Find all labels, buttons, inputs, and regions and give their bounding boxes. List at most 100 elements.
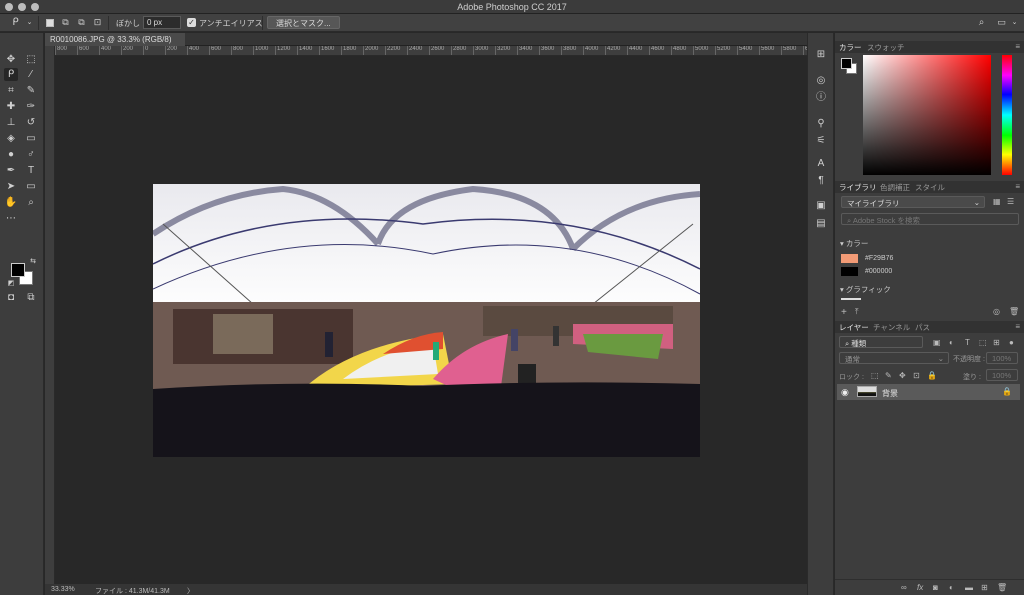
history-brush-tool-icon[interactable]: ↺ bbox=[24, 116, 38, 129]
hue-slider[interactable] bbox=[1002, 55, 1012, 175]
blur-tool-icon[interactable]: ● bbox=[4, 148, 18, 161]
panel-menu-icon[interactable]: ≡ bbox=[1015, 42, 1020, 51]
vertical-ruler[interactable] bbox=[45, 46, 55, 584]
default-colors-icon[interactable]: ◩ bbox=[4, 277, 18, 290]
lock-transparent-icon[interactable]: ⬚ bbox=[871, 371, 879, 380]
grid-view-icon[interactable]: ▦ bbox=[993, 197, 1001, 206]
opacity-input[interactable]: 100% bbox=[986, 352, 1018, 364]
library-color-swatch[interactable] bbox=[841, 254, 858, 263]
status-menu-arrow[interactable]: 〉 bbox=[187, 586, 194, 595]
chevron-down-icon[interactable]: ⌄ bbox=[1009, 17, 1020, 28]
upload-icon[interactable]: ⤒ bbox=[855, 307, 859, 317]
add-mask-icon[interactable]: ◙ bbox=[933, 583, 938, 592]
feather-input[interactable] bbox=[143, 16, 181, 29]
clone-stamp-tool-icon[interactable]: ⊥ bbox=[4, 116, 18, 129]
gradient-tool-icon[interactable]: ▭ bbox=[24, 132, 38, 145]
lasso-tool-icon[interactable]: ᑭ bbox=[4, 68, 18, 81]
graphics-section-heading[interactable]: ▾ グラフィック bbox=[840, 284, 891, 295]
lock-position-icon[interactable]: ✥ bbox=[899, 371, 906, 380]
zoom-tool-icon[interactable]: ⌕ bbox=[24, 196, 38, 209]
tab-styles[interactable]: スタイル bbox=[915, 182, 945, 193]
tab-swatches[interactable]: スウォッチ bbox=[867, 42, 905, 53]
color-field[interactable] bbox=[863, 55, 991, 175]
intersect-selection-icon[interactable]: ⊡ bbox=[92, 17, 103, 28]
marquee-tool-icon[interactable]: ⬚ bbox=[24, 53, 38, 66]
rectangle-tool-icon[interactable]: ▭ bbox=[24, 180, 38, 193]
library-select[interactable]: マイライブラリ ⌄ bbox=[841, 196, 985, 208]
color-foreground-swatch[interactable] bbox=[841, 58, 852, 69]
history-panel-icon[interactable]: ⊞ bbox=[815, 49, 827, 61]
pen-tool-icon[interactable]: ✒ bbox=[4, 164, 18, 177]
more-tools-icon[interactable]: ⋯ bbox=[4, 212, 18, 225]
new-layer-icon[interactable]: ⊞ bbox=[981, 583, 988, 592]
layer-row[interactable]: ◉ 背景 🔒 bbox=[837, 384, 1020, 400]
stock-search-input[interactable]: ⌕ Adobe Stock を検索 bbox=[841, 213, 1019, 225]
search-icon[interactable]: ⌕ bbox=[976, 17, 987, 28]
layer-filter-select[interactable]: ⌕ 種類 bbox=[839, 336, 923, 348]
eyedropper-tool-icon[interactable]: ✎ bbox=[24, 84, 38, 97]
swap-colors-icon[interactable]: ⇆ bbox=[26, 255, 40, 268]
document-tab[interactable]: R0010086.JPG @ 33.3% (RGB/8) bbox=[45, 33, 185, 46]
layer-style-icon[interactable]: fx bbox=[917, 583, 923, 592]
tab-color[interactable]: カラー bbox=[839, 42, 862, 53]
foreground-color-swatch[interactable] bbox=[11, 263, 25, 277]
lasso-tool-preset-icon[interactable]: ᑭ bbox=[10, 17, 21, 28]
creative-cloud-icon[interactable]: ◎ bbox=[993, 307, 1000, 316]
antialias-checkbox[interactable]: ✓ bbox=[187, 18, 196, 27]
lock-all-icon[interactable]: 🔒 bbox=[927, 371, 937, 380]
tab-adjustments[interactable]: 色調補正 bbox=[880, 182, 910, 193]
screen-mode-icon[interactable]: ⧉ bbox=[24, 291, 38, 304]
subtract-from-selection-icon[interactable]: ⧉ bbox=[76, 17, 87, 28]
properties-panel-icon[interactable]: ◎ bbox=[815, 75, 827, 87]
brush-panel-icon[interactable]: ⚲ bbox=[815, 118, 827, 130]
layer-name[interactable]: 背景 bbox=[882, 388, 898, 399]
link-layers-icon[interactable]: ∞ bbox=[901, 583, 907, 592]
graphic-thumbnail[interactable] bbox=[841, 298, 861, 300]
eye-icon[interactable]: ◉ bbox=[841, 387, 849, 398]
select-and-mask-button[interactable]: 選択とマスク... bbox=[267, 16, 340, 29]
filter-smart-object-icon[interactable]: ⊞ bbox=[993, 338, 1000, 347]
eraser-tool-icon[interactable]: ◈ bbox=[4, 132, 18, 145]
healing-brush-tool-icon[interactable]: ✚ bbox=[4, 100, 18, 113]
crop-tool-icon[interactable]: ⌗ bbox=[4, 84, 18, 97]
quick-mask-icon[interactable]: ◘ bbox=[4, 291, 18, 304]
blend-mode-select[interactable]: 通常 ⌄ bbox=[839, 352, 949, 364]
paragraph-panel-icon[interactable]: ¶ bbox=[815, 175, 827, 187]
library-color-swatch[interactable] bbox=[841, 267, 858, 276]
tab-libraries[interactable]: ライブラリ bbox=[839, 182, 877, 193]
delete-layer-icon[interactable]: 🗑 bbox=[997, 583, 1007, 592]
panel-menu-icon[interactable]: ≡ bbox=[1015, 182, 1020, 191]
tab-paths[interactable]: パス bbox=[915, 322, 930, 333]
dodge-tool-icon[interactable]: ♂ bbox=[24, 148, 38, 161]
type-tool-icon[interactable]: T bbox=[24, 164, 38, 177]
character-panel-icon[interactable]: A bbox=[815, 158, 827, 170]
hand-tool-icon[interactable]: ✋ bbox=[4, 196, 18, 209]
fill-input[interactable]: 100% bbox=[986, 369, 1018, 381]
move-tool-icon[interactable]: ✥ bbox=[4, 53, 18, 66]
filter-shape-icon[interactable]: ⬚ bbox=[979, 338, 987, 347]
panel-menu-icon[interactable]: ≡ bbox=[1015, 322, 1020, 331]
path-selection-tool-icon[interactable]: ➤ bbox=[4, 180, 18, 193]
adjustment-layer-icon[interactable]: ◐ bbox=[949, 583, 954, 592]
brush-tool-icon[interactable]: ✑ bbox=[24, 100, 38, 113]
add-icon[interactable]: + bbox=[841, 307, 847, 318]
filter-type-icon[interactable]: T bbox=[965, 338, 970, 347]
lock-artboard-icon[interactable]: ⊡ bbox=[913, 371, 920, 380]
zoom-level[interactable]: 33.33% bbox=[51, 586, 75, 593]
quick-selection-tool-icon[interactable]: ⁄ bbox=[24, 68, 38, 81]
glyphs-panel-icon[interactable]: ▣ bbox=[815, 200, 827, 212]
adjustments-panel-icon[interactable]: ⚟ bbox=[815, 135, 827, 147]
colors-section-heading[interactable]: ▾ カラー bbox=[840, 238, 868, 249]
chevron-down-icon[interactable]: ⌄ bbox=[24, 17, 35, 28]
lock-pixels-icon[interactable]: ✎ bbox=[885, 371, 892, 380]
workspace-icon[interactable]: ▭ bbox=[996, 17, 1007, 28]
trash-icon[interactable]: 🗑 bbox=[1009, 307, 1019, 316]
styles-panel-icon[interactable]: ▤ bbox=[815, 218, 827, 230]
new-selection-icon[interactable] bbox=[46, 19, 54, 27]
tab-channels[interactable]: チャンネル bbox=[873, 322, 910, 333]
filter-pixel-icon[interactable]: ▣ bbox=[933, 338, 941, 347]
add-to-selection-icon[interactable]: ⧉ bbox=[60, 17, 71, 28]
tab-layers[interactable]: レイヤー bbox=[839, 322, 869, 333]
new-group-icon[interactable]: ▬ bbox=[965, 583, 973, 592]
info-panel-icon[interactable]: ⓘ bbox=[815, 92, 827, 104]
